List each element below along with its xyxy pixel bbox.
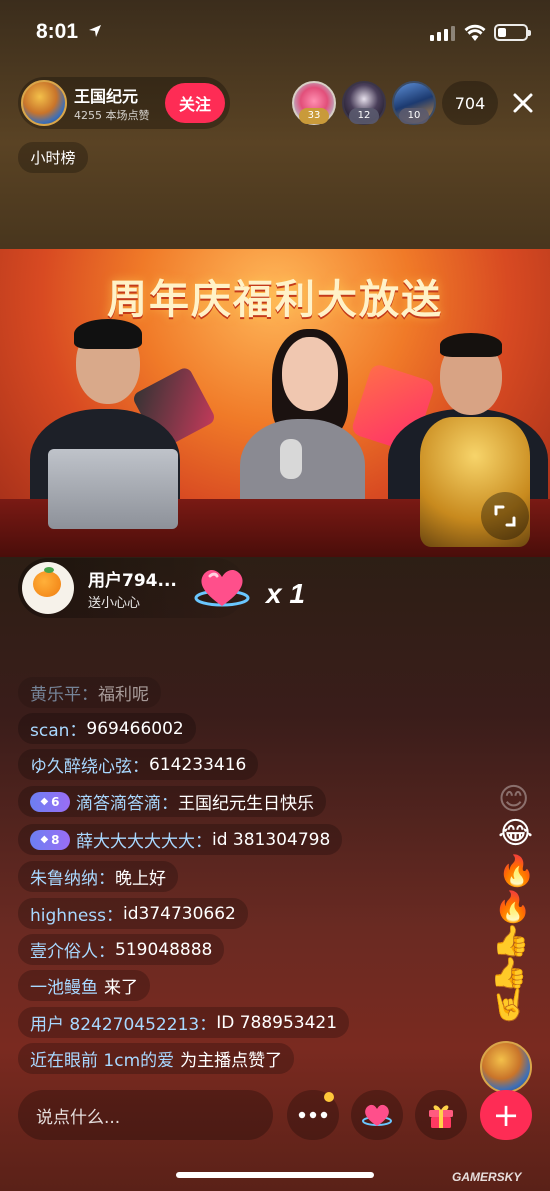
comment-text: id374730662	[123, 903, 236, 924]
cellular-signal-icon	[430, 26, 455, 41]
home-indicator[interactable]	[176, 1172, 374, 1178]
comment-username: 朱鲁纳纳：	[30, 869, 115, 889]
comment-username: 壹介俗人：	[30, 942, 115, 962]
user-level-badge: ◆ 8	[30, 829, 70, 850]
host-likes: 4255 本场点赞	[74, 109, 150, 122]
comment-item[interactable]: ◆ 6 滴答滴答滴： 王国纪元生日快乐	[18, 786, 326, 817]
comment-text: 614233416	[149, 754, 247, 775]
comment-text: 为主播点赞了	[180, 1051, 283, 1071]
comment-item[interactable]: scan： 969466002	[18, 713, 196, 744]
comment-item[interactable]: 壹介俗人： 519048888	[18, 934, 225, 965]
microphone-prop	[280, 439, 302, 479]
comment-item[interactable]: 黄乐平： 福利呢	[18, 677, 161, 708]
floating-thumbs-up-icon: 👍	[492, 924, 530, 959]
comment-item[interactable]: 朱鲁纳纳： 晚上好	[18, 861, 178, 892]
comment-item[interactable]: highness： id374730662	[18, 898, 248, 929]
comment-item[interactable]: ゆ久醉绕心弦： 614233416	[18, 749, 259, 780]
more-dots-icon	[298, 1111, 328, 1119]
comment-item[interactable]: 用户 824270452213： ID 788953421	[18, 1007, 350, 1038]
status-bar: 8:01	[0, 0, 550, 64]
viewer-badge: 10	[399, 108, 429, 124]
comment-text: 519048888	[115, 939, 213, 960]
streamer-right-hair	[440, 333, 502, 357]
floating-fire-icon: 🔥	[494, 890, 532, 925]
watermark: GAMERSKY	[452, 1170, 522, 1184]
battery-icon	[494, 24, 531, 41]
floating-fire-icon: 🔥	[498, 854, 536, 889]
comment-text: 来了	[104, 978, 138, 998]
comment-username: 黄乐平：	[30, 685, 98, 705]
comment-text: 晚上好	[115, 869, 166, 889]
laptop-prop	[48, 449, 178, 529]
viewer-badge: 33	[299, 108, 329, 124]
comment-item[interactable]: 近在眼前 1cm的爱 为主播点赞了	[18, 1043, 295, 1074]
viewer-badge: 12	[349, 108, 379, 124]
comment-username: scan：	[30, 721, 87, 741]
comment-text: 969466002	[86, 718, 184, 739]
comment-item[interactable]: 一池鳗鱼 来了	[18, 970, 150, 1001]
comment-username: ゆ久醉绕心弦：	[30, 757, 149, 777]
hourly-rank-button[interactable]: 小时榜	[18, 142, 88, 173]
comment-username: highness：	[30, 906, 124, 926]
streamer-left-hair	[74, 319, 142, 349]
location-arrow-icon	[89, 25, 101, 37]
gift-count: x 1	[266, 578, 305, 609]
follow-button[interactable]: 关注	[165, 83, 225, 123]
fullscreen-button[interactable]	[481, 492, 529, 540]
gift-sender-avatar	[22, 562, 74, 614]
comment-username: 滴答滴答滴：	[76, 794, 178, 814]
comment-username: 一池鳗鱼	[30, 978, 98, 998]
heart-icon	[362, 1104, 392, 1126]
floating-rock-hand-icon: 🤘	[490, 988, 528, 1023]
gift-button[interactable]	[415, 1090, 467, 1140]
streamer-center-head	[282, 337, 338, 411]
host-name: 王国纪元	[74, 87, 139, 106]
comment-username: 近在眼前 1cm的爱	[30, 1051, 175, 1071]
viewer-count[interactable]: 704	[442, 81, 498, 125]
like-button[interactable]	[351, 1090, 403, 1140]
diamond-icon: ◆	[40, 796, 49, 807]
user-level-badge: ◆ 6	[30, 791, 70, 812]
diamond-icon: ◆	[40, 834, 49, 845]
comment-item[interactable]: ◆ 8 薛大大大大大大： id 381304798	[18, 824, 343, 855]
comment-text: 福利呢	[98, 685, 149, 705]
comment-text: ID 788953421	[216, 1012, 338, 1033]
notification-dot	[324, 1092, 334, 1102]
gift-sender-name: 用户794...	[88, 571, 177, 591]
comment-input[interactable]: 说点什么...	[18, 1090, 273, 1140]
floating-laugh-emoji-icon: 😂	[498, 816, 534, 851]
wifi-icon	[464, 24, 486, 41]
plus-button[interactable]: +	[480, 1090, 532, 1140]
host-info[interactable]: 王国纪元 4255 本场点赞 关注	[18, 77, 230, 129]
fullscreen-icon	[494, 505, 516, 527]
close-icon[interactable]	[508, 88, 538, 118]
video-banner-text: 周年庆福利大放送	[107, 276, 443, 323]
floating-thumbs-up-icon: 👍	[490, 956, 528, 991]
comment-username: 用户 824270452213：	[30, 1015, 217, 1035]
comment-text: 王国纪元生日快乐	[178, 794, 314, 814]
live-video[interactable]: 周年庆福利大放送	[0, 249, 550, 557]
heart-gift-icon	[194, 570, 250, 607]
comment-username: 薛大大大大大大：	[76, 832, 212, 852]
gift-action: 送小心心	[88, 596, 141, 611]
status-time: 8:01	[36, 20, 79, 43]
host-avatar[interactable]	[21, 80, 67, 126]
floating-emoji-icon: 😊	[498, 782, 530, 817]
host-mini-avatar[interactable]	[480, 1041, 532, 1093]
gift-box-icon	[429, 1105, 453, 1128]
comment-text: id 381304798	[212, 829, 331, 850]
